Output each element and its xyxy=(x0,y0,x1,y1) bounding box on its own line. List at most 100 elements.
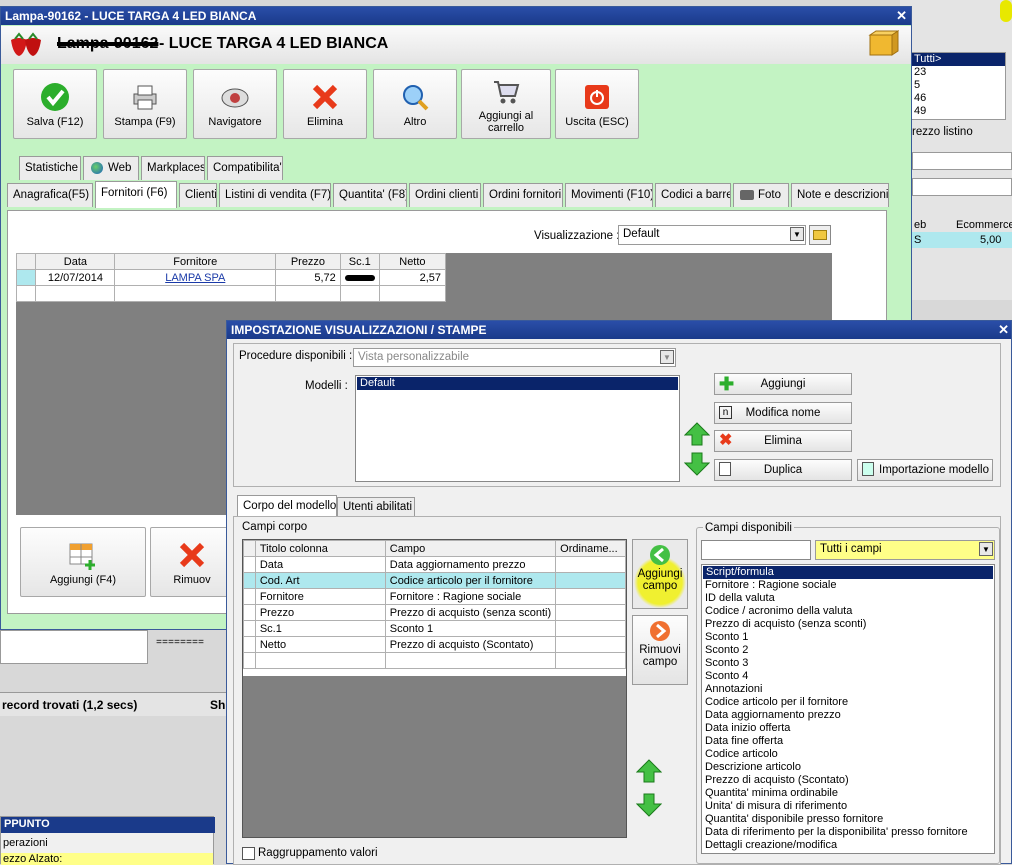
table-row[interactable]: Cod. Art Codice articolo per il fornitore xyxy=(243,572,626,589)
tab-fornitori[interactable]: Fornitori (F6) xyxy=(95,181,177,208)
tab-utenti-abilitati[interactable]: Utenti abilitati xyxy=(337,497,415,517)
cell-campo[interactable]: Fornitore : Ragione sociale xyxy=(384,588,557,605)
aggiungi-campo-button[interactable]: Aggiungi campo xyxy=(632,539,688,609)
navigator-button[interactable]: Navigatore xyxy=(193,69,277,139)
modelli-item[interactable]: Default xyxy=(357,377,678,390)
cell-sc1[interactable] xyxy=(339,269,380,286)
bg-list[interactable]: Tutti> 23 5 46 49 xyxy=(910,52,1006,120)
add-f4-button[interactable]: Aggiungi (F4) xyxy=(20,527,146,597)
cell-titolo[interactable]: Prezzo xyxy=(254,604,386,621)
bg-list-item[interactable]: 49 xyxy=(911,105,1005,118)
cell-titolo[interactable]: Fornitore xyxy=(254,588,386,605)
list-item[interactable]: Sconto 4 xyxy=(702,670,994,683)
tab-clienti[interactable]: Clienti xyxy=(179,183,217,207)
list-item[interactable]: Codice / acronimo della valuta xyxy=(702,605,994,618)
tab-foto[interactable]: Foto xyxy=(733,183,789,207)
col-data[interactable]: Data xyxy=(35,253,116,270)
cell-campo[interactable]: Prezzo di acquisto (Scontato) xyxy=(384,636,557,653)
col-campo[interactable]: Campo xyxy=(384,540,557,557)
modifica-nome-button[interactable]: n Modifica nome xyxy=(714,402,852,424)
col-fornitore[interactable]: Fornitore xyxy=(114,253,277,270)
cell-campo[interactable]: Prezzo di acquisto (senza sconti) xyxy=(384,604,557,621)
filter-select[interactable]: Tutti i campi ▼ xyxy=(815,540,995,560)
col-sc1[interactable]: Sc.1 xyxy=(339,253,380,270)
tab-ordini-fornitori[interactable]: Ordini fornitori xyxy=(483,183,563,207)
col-netto[interactable]: Netto xyxy=(378,253,447,270)
duplica-button[interactable]: Duplica xyxy=(714,459,852,481)
table-row[interactable]: 12/07/2014 LAMPA SPA 5,72 2,57 xyxy=(15,269,447,286)
list-item[interactable]: Sconto 1 xyxy=(702,631,994,644)
arrow-down-icon[interactable] xyxy=(684,452,710,476)
tab-web[interactable]: Web xyxy=(83,156,139,180)
aggiungi-model-button[interactable]: ✚ Aggiungi xyxy=(714,373,852,395)
tab-movimenti[interactable]: Movimenti (F10) xyxy=(565,183,653,207)
list-item[interactable]: Sconto 2 xyxy=(702,644,994,657)
chevron-down-icon[interactable]: ▼ xyxy=(979,542,993,556)
tab-note[interactable]: Note e descrizioni xyxy=(791,183,889,207)
bg-list-item[interactable]: Tutti> xyxy=(911,53,1005,66)
table-row-empty[interactable] xyxy=(15,285,447,302)
campi-disponibili-list[interactable]: Script/formula Fornitore : Ragione social… xyxy=(701,564,995,854)
chevron-down-icon[interactable]: ▼ xyxy=(660,350,674,364)
print-button[interactable]: Stampa (F9) xyxy=(103,69,187,139)
list-item[interactable]: Quantita' minima ordinabile xyxy=(702,787,994,800)
list-item[interactable]: Annotazioni xyxy=(702,683,994,696)
other-button[interactable]: Altro xyxy=(373,69,457,139)
list-item[interactable]: Quantita' disponibile presso fornitore xyxy=(702,813,994,826)
list-item[interactable]: Fornitore : Ragione sociale xyxy=(702,579,994,592)
modelli-list[interactable]: Default xyxy=(355,375,680,482)
tab-compatibilita[interactable]: Compatibilita' xyxy=(207,156,283,180)
bg-list-item[interactable]: 5 xyxy=(911,79,1005,92)
tab-markplaces[interactable]: Markplaces xyxy=(141,156,205,180)
table-row[interactable]: Fornitore Fornitore : Ragione sociale xyxy=(243,588,626,605)
list-item[interactable]: Codice articolo per il fornitore xyxy=(702,696,994,709)
tab-codici-barre[interactable]: Codici a barre xyxy=(655,183,731,207)
remove-button[interactable]: Rimuov xyxy=(150,527,234,597)
save-button[interactable]: Salva (F12) xyxy=(13,69,97,139)
close-icon[interactable]: ✕ xyxy=(896,8,907,24)
exit-button[interactable]: Uscita (ESC) xyxy=(555,69,639,139)
col-ordinamento[interactable]: Ordiname... xyxy=(555,540,626,557)
list-item[interactable]: Data di riferimento per la disponibilita… xyxy=(702,826,994,839)
search-input[interactable] xyxy=(701,540,811,560)
row-indicator[interactable] xyxy=(15,269,37,286)
field-down-icon[interactable] xyxy=(636,793,662,817)
list-item[interactable]: Data inizio offerta xyxy=(702,722,994,735)
arrow-up-icon[interactable] xyxy=(684,422,710,446)
cell-titolo[interactable]: Netto xyxy=(254,636,386,653)
raggruppamento-checkbox[interactable] xyxy=(242,847,255,860)
list-item[interactable]: Prezzo di acquisto (Scontato) xyxy=(702,774,994,787)
cell-campo[interactable]: Codice articolo per il fornitore xyxy=(384,572,557,589)
list-item[interactable]: Dettagli creazione/modifica xyxy=(702,839,994,852)
tab-quantita[interactable]: Quantita' (F8) xyxy=(333,183,407,207)
rimuovi-campo-button[interactable]: Rimuovi campo xyxy=(632,615,688,685)
importazione-modello-button[interactable]: Importazione modello xyxy=(857,459,993,481)
cell-titolo[interactable]: Sc.1 xyxy=(254,620,386,637)
table-row[interactable]: Sc.1 Sconto 1 xyxy=(243,620,626,637)
cell-netto[interactable]: 2,57 xyxy=(378,269,447,286)
table-row-empty[interactable] xyxy=(243,652,626,669)
col-prezzo[interactable]: Prezzo xyxy=(275,253,341,270)
tab-corpo-modello[interactable]: Corpo del modello xyxy=(237,495,337,517)
add-to-cart-button[interactable]: Aggiungi al carrello xyxy=(461,69,551,139)
bg-combo[interactable] xyxy=(912,152,1012,170)
col-titolo-colonna[interactable]: Titolo colonna xyxy=(254,540,386,557)
list-item[interactable]: ID della valuta xyxy=(702,592,994,605)
field-up-icon[interactable] xyxy=(636,759,662,783)
bg-list-item[interactable]: 23 xyxy=(911,66,1005,79)
chevron-down-icon[interactable]: ▼ xyxy=(790,227,804,241)
tab-statistiche[interactable]: Statistiche xyxy=(19,156,81,180)
cell-prezzo[interactable]: 5,72 xyxy=(275,269,341,286)
list-item[interactable]: Sconto 3 xyxy=(702,657,994,670)
cell-campo[interactable]: Sconto 1 xyxy=(384,620,557,637)
bg-list-item[interactable]: 46 xyxy=(911,92,1005,105)
tab-ordini-clienti[interactable]: Ordini clienti xyxy=(409,183,481,207)
delete-button[interactable]: Elimina xyxy=(283,69,367,139)
cell-data[interactable]: 12/07/2014 xyxy=(35,269,116,286)
tab-anagrafica[interactable]: Anagrafica(F5) xyxy=(7,183,93,207)
list-item[interactable]: Unita' di misura di riferimento xyxy=(702,800,994,813)
cell-titolo[interactable]: Cod. Art xyxy=(254,572,386,589)
cell-titolo[interactable]: Data xyxy=(254,556,386,573)
elimina-model-button[interactable]: ✖ Elimina xyxy=(714,430,852,452)
bg-field[interactable] xyxy=(912,178,1012,196)
